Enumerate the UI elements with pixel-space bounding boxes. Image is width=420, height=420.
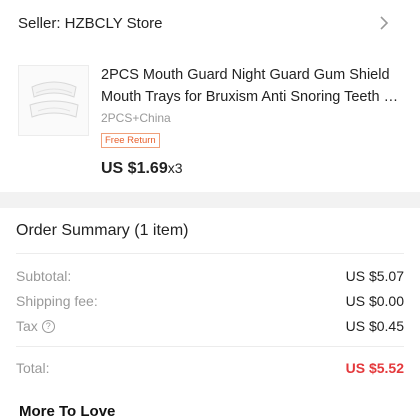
chevron-right-icon	[380, 16, 389, 30]
product-quantity: x3	[167, 160, 183, 176]
seller-name: Seller: HZBCLY Store	[18, 14, 163, 32]
product-title-line1: 2PCS Mouth Guard Night Guard Gum Shield	[101, 67, 390, 83]
more-to-love-heading: More To Love	[19, 403, 116, 420]
tax-row: Tax ? US $0.45	[16, 316, 404, 336]
section-divider	[0, 192, 420, 208]
product-title-line2: Mouth Trays for Bruxism Anti Snoring Tee…	[101, 89, 406, 105]
help-icon[interactable]: ?	[41, 319, 55, 333]
product-price-row: US $1.69x3	[101, 160, 183, 178]
shipping-row: Shipping fee: US $0.00	[16, 291, 404, 311]
tax-label-group: Tax ?	[16, 318, 55, 334]
total-value: US $5.52	[345, 360, 404, 376]
product-variant: 2PCS+China	[101, 111, 171, 125]
tax-value: US $0.45	[345, 318, 404, 334]
subtotal-row: Subtotal: US $5.07	[16, 266, 404, 286]
tax-label: Tax	[16, 318, 38, 334]
product-price: US $1.69	[101, 160, 168, 177]
seller-row[interactable]: Seller: HZBCLY Store	[0, 0, 420, 46]
subtotal-label: Subtotal:	[16, 268, 72, 284]
total-label: Total:	[16, 360, 50, 376]
total-divider	[16, 346, 404, 347]
shipping-label: Shipping fee:	[16, 293, 98, 309]
product-item[interactable]: 2PCS Mouth Guard Night Guard Gum Shield …	[0, 56, 420, 191]
free-return-badge: Free Return	[101, 133, 160, 148]
subtotal-value: US $5.07	[345, 268, 404, 284]
product-thumbnail[interactable]	[18, 65, 89, 136]
total-row: Total: US $5.52	[16, 358, 404, 378]
product-title[interactable]: 2PCS Mouth Guard Night Guard Gum Shield …	[101, 64, 406, 108]
summary-divider	[16, 253, 404, 254]
mouth-guard-image	[28, 81, 79, 118]
order-summary-title: Order Summary (1 item)	[16, 222, 189, 239]
shipping-value: US $0.00	[345, 293, 404, 309]
